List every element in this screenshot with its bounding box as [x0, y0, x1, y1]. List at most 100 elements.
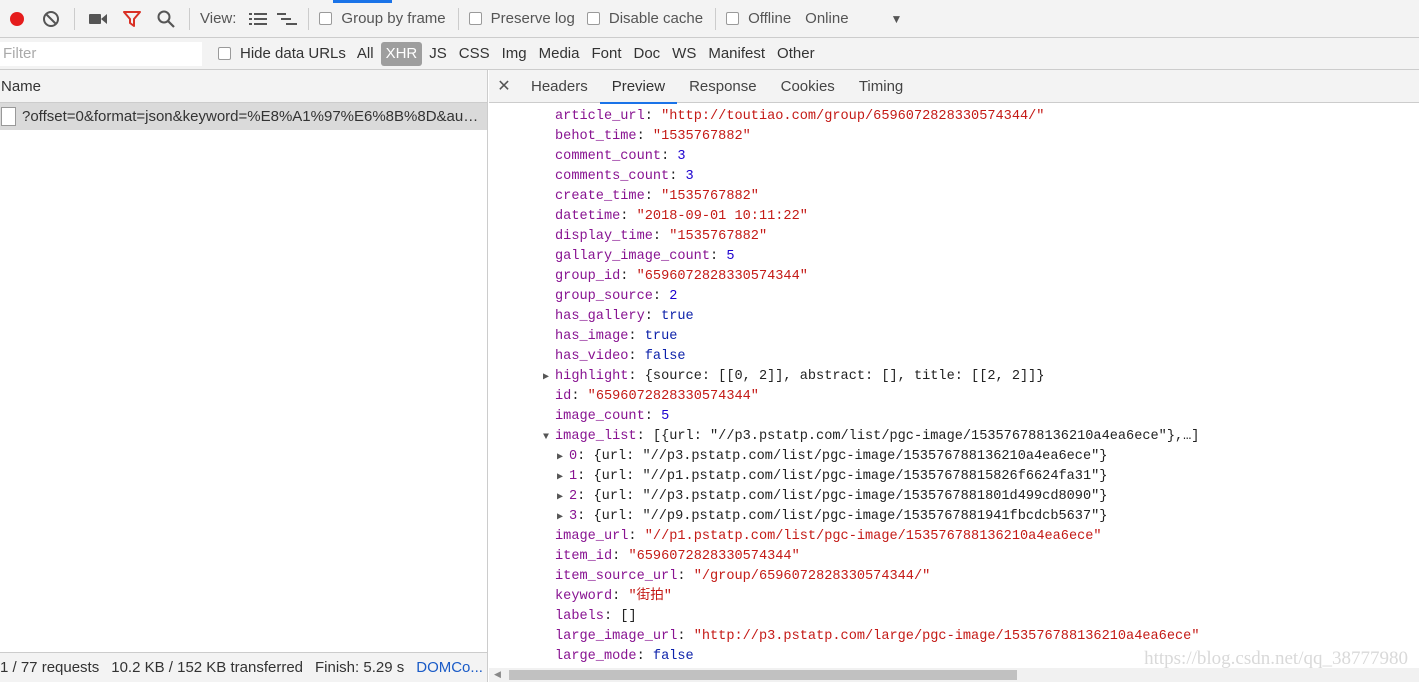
- json-key: large_mode: [555, 649, 637, 664]
- offline-checkbox[interactable]: Offline: [726, 10, 791, 27]
- expand-triangle-right-icon[interactable]: ▶: [557, 468, 569, 488]
- expand-triangle-right-icon[interactable]: ▶: [557, 448, 569, 468]
- json-property-row: item_id: "6596072828330574344": [555, 547, 800, 567]
- json-key: item_id: [555, 549, 613, 564]
- type-filter-xhr[interactable]: XHR: [380, 41, 423, 66]
- type-filter-media[interactable]: Media: [534, 42, 585, 66]
- filter-input[interactable]: [0, 41, 202, 66]
- view-label: View:: [200, 10, 237, 27]
- json-value: 5: [726, 249, 735, 264]
- tab-headers[interactable]: Headers: [519, 70, 600, 103]
- type-filter-font[interactable]: Font: [586, 42, 626, 66]
- json-colon: :: [620, 209, 637, 224]
- json-property-row: keyword: "街拍": [555, 587, 672, 607]
- json-colon: :: [571, 389, 588, 404]
- json-value: [{url: "//p3.pstatp.com/list/pgc-image/1…: [652, 429, 1200, 444]
- json-property-row[interactable]: ▶ 0: {url: "//p3.pstatp.com/list/pgc-imag…: [557, 447, 1107, 467]
- json-key: create_time: [555, 189, 645, 204]
- request-count: 1 / 77 requests: [0, 659, 100, 676]
- json-value: true: [644, 329, 678, 344]
- type-filter-other[interactable]: Other: [772, 42, 820, 66]
- json-key: 2: [569, 489, 578, 504]
- offline-label: Offline: [748, 10, 792, 27]
- json-property-row: large_image_url: "http://p3.pstatp.com/l…: [555, 627, 1199, 647]
- expand-triangle-right-icon[interactable]: ▶: [557, 508, 569, 528]
- json-value: "http://p3.pstatp.com/large/pgc-image/15…: [693, 629, 1200, 644]
- json-property-row: comment_count: 3: [555, 147, 686, 167]
- group-by-frame-label: Group by frame: [341, 10, 446, 27]
- json-colon: :: [628, 329, 645, 344]
- type-filter-img[interactable]: Img: [497, 42, 532, 66]
- checkbox-box[interactable]: [586, 12, 600, 25]
- json-key: article_url: [555, 109, 645, 124]
- json-colon: :: [628, 529, 645, 544]
- record-icon[interactable]: [0, 0, 34, 38]
- horizontal-scrollbar[interactable]: ◀: [489, 668, 1419, 682]
- json-property-row: image_url: "//p1.pstatp.com/list/pgc-ima…: [555, 527, 1102, 547]
- scrollbar-thumb[interactable]: [509, 670, 1017, 680]
- checkbox-box[interactable]: [319, 12, 333, 25]
- json-key: large_image_url: [555, 629, 678, 644]
- tab-timing[interactable]: Timing: [847, 70, 915, 103]
- json-property-row: labels: []: [555, 607, 637, 627]
- json-property-row: gallary_image_count: 5: [555, 247, 735, 267]
- type-filter-doc[interactable]: Doc: [628, 42, 665, 66]
- json-key: datetime: [555, 209, 621, 224]
- json-property-row[interactable]: ▶ 2: {url: "//p3.pstatp.com/list/pgc-imag…: [557, 487, 1107, 507]
- type-filter-css[interactable]: CSS: [454, 42, 495, 66]
- filter-icon[interactable]: [115, 0, 149, 38]
- expand-triangle-down-icon[interactable]: ▼: [543, 428, 555, 448]
- dropdown-arrow-icon: ▼: [890, 12, 903, 26]
- json-colon: :: [577, 449, 594, 464]
- json-property-row[interactable]: ▼ image_list: [{url: "//p3.pstatp.com/lis…: [543, 427, 1199, 447]
- scroll-left-icon[interactable]: ◀: [494, 669, 501, 680]
- watermark: https://blog.csdn.net/qq_38777980: [1144, 648, 1408, 669]
- expand-triangle-right-icon[interactable]: ▶: [557, 488, 569, 508]
- json-value: "//p1.pstatp.com/list/pgc-image/15357678…: [644, 529, 1102, 544]
- group-by-frame-checkbox[interactable]: Group by frame: [319, 10, 446, 27]
- panel-tab-indicator: [333, 0, 392, 3]
- json-property-row: comments_count: 3: [555, 167, 694, 187]
- type-filter-manifest[interactable]: Manifest: [703, 42, 770, 66]
- checkbox-box[interactable]: [218, 47, 231, 60]
- json-colon: :: [644, 409, 662, 424]
- json-value: false: [652, 649, 694, 664]
- json-colon: :: [636, 129, 653, 144]
- checkbox-box[interactable]: [726, 12, 740, 25]
- toolbar-divider: [457, 7, 459, 30]
- transferred-size: 10.2 KB / 152 KB transferred: [111, 659, 304, 676]
- type-filter-ws[interactable]: WS: [667, 42, 701, 66]
- overview-waterfall-icon[interactable]: [272, 0, 302, 38]
- clear-icon[interactable]: [34, 0, 68, 38]
- close-icon[interactable]: ✕: [489, 76, 519, 96]
- json-colon: :: [612, 589, 629, 604]
- video-camera-icon[interactable]: [81, 0, 115, 38]
- request-detail-pane: ✕ Headers Preview Response Cookies Timin…: [489, 70, 1419, 682]
- hide-data-urls-checkbox[interactable]: Hide data URLs: [218, 45, 346, 62]
- json-colon: :: [603, 609, 621, 624]
- json-colon: :: [577, 469, 594, 484]
- json-property-row[interactable]: ▶ 1: {url: "//p1.pstatp.com/list/pgc-imag…: [557, 467, 1107, 487]
- type-filter-js[interactable]: JS: [424, 42, 452, 66]
- search-icon[interactable]: [149, 0, 183, 38]
- expand-triangle-right-icon[interactable]: ▶: [543, 368, 555, 388]
- tab-response[interactable]: Response: [677, 70, 769, 103]
- tab-preview[interactable]: Preview: [599, 70, 678, 104]
- json-colon: :: [644, 109, 662, 124]
- json-value: true: [661, 309, 694, 324]
- json-property-row[interactable]: ▶ 3: {url: "//p9.pstatp.com/list/pgc-imag…: [557, 507, 1107, 527]
- checkbox-box[interactable]: [468, 12, 482, 25]
- large-rows-icon[interactable]: [244, 0, 272, 38]
- request-row[interactable]: ?offset=0&format=json&keyword=%E8%A1%97%…: [0, 103, 487, 130]
- json-value: {url: "//p9.pstatp.com/list/pgc-image/15…: [593, 509, 1108, 524]
- tab-cookies[interactable]: Cookies: [769, 70, 847, 103]
- json-value: {source: [[0, 2]], abstract: [], title: …: [644, 369, 1045, 384]
- disable-cache-checkbox[interactable]: Disable cache: [586, 10, 703, 27]
- json-property-row: display_time: "1535767882": [555, 227, 767, 247]
- json-key: behot_time: [555, 129, 637, 144]
- throttling-select[interactable]: Online ▼: [805, 10, 902, 27]
- type-filter-all[interactable]: All: [352, 42, 379, 66]
- name-column-header[interactable]: Name: [0, 70, 487, 103]
- preserve-log-checkbox[interactable]: Preserve log: [468, 10, 575, 27]
- json-property-row[interactable]: ▶ highlight: {source: [[0, 2]], abstract:…: [543, 367, 1044, 387]
